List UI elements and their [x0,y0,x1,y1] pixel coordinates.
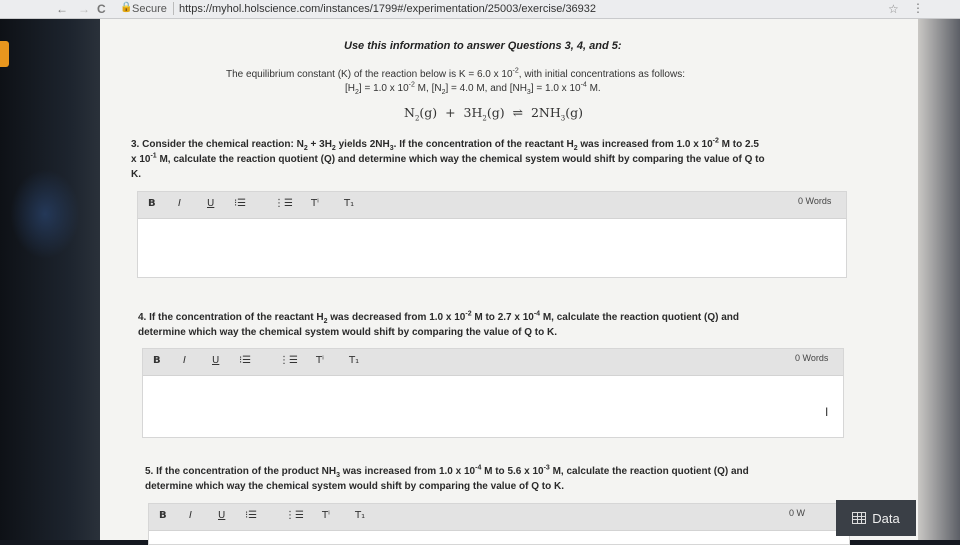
question-4: 4. If the concentration of the reactant … [138,310,858,340]
answer-editor-q5[interactable]: B I U ⁝☰ ⋮☰ Tⁱ T₁ 0 W [148,503,850,545]
q-text: was increased from 1.0 x 10 [577,139,713,150]
text-cursor-icon: I [825,405,829,419]
bullet-list-icon[interactable]: ⁝☰ [234,198,246,209]
background-glow [10,169,80,259]
bold-button[interactable]: B [148,198,156,209]
q-text: M, calculate the reaction quotient (Q) a… [156,154,765,165]
q-text: was decreased from 1.0 x 10 [327,312,466,323]
superscript-button[interactable]: Tⁱ [311,198,319,209]
q-text: 4. If the concentration of the reactant … [138,312,324,323]
italic-button[interactable]: I [189,510,192,521]
question-3-line3: K. [131,169,141,180]
info-text: [H [345,83,355,94]
question-3-line1: 3. Consider the chemical reaction: N2 + … [131,137,851,152]
editor-toolbar-q4: B I U ⁝☰ ⋮☰ Tⁱ T₁ 0 Words [143,349,843,376]
question-3-line2: x 10-1 M, calculate the reaction quotien… [131,152,851,167]
bullet-list-icon[interactable]: ⁝☰ [245,510,257,521]
exercise-page: Use this information to answer Questions… [100,19,918,545]
forward-icon[interactable]: → [78,2,90,16]
eq-text: N [404,105,415,120]
orange-tab [0,41,9,67]
question-4-line2: determine which way the chemical system … [138,327,557,338]
info-text: M, [N [414,83,442,94]
q-text: M to 5.6 x 10 [481,466,544,477]
editor-toolbar-q5: B I U ⁝☰ ⋮☰ Tⁱ T₁ 0 W [149,504,849,531]
underline-button[interactable]: U [218,510,225,521]
q-text: M to 2.5 [718,139,759,150]
q-text: 5. If the concentration of the product N… [145,466,337,477]
eq-text: (g) [565,105,584,120]
info-text: ] = 1.0 x 10 [358,83,409,94]
q-text: was increased from 1.0 x 10 [340,466,476,477]
numbered-list-icon[interactable]: ⋮☰ [274,198,293,209]
question-5-line2: determine which way the chemical system … [145,481,564,492]
q-text: . If the concentration of the reactant H [393,139,574,150]
address-bar[interactable]: https://myhol.holscience.com/instances/1… [179,3,596,15]
table-icon [852,512,867,524]
data-button[interactable]: Data [836,500,916,536]
secure-label: Secure [132,3,167,15]
browser-menu-icon[interactable]: ⋮ [912,1,924,15]
equilibrium-info-line2: [H2] = 1.0 x 10-2 M, [N2] = 4.0 M, and [… [345,82,601,96]
italic-button[interactable]: I [183,355,186,366]
desktop-side [0,19,100,540]
info-text: M. [586,83,601,94]
bookmark-star-icon[interactable]: ☆ [888,2,899,16]
info-text: ] = 4.0 M, and [NH [445,83,527,94]
numbered-list-icon[interactable]: ⋮☰ [279,355,298,366]
question-5-line1: 5. If the concentration of the product N… [145,464,865,479]
italic-button[interactable]: I [178,198,181,209]
equilibrium-info-line1: The equilibrium constant (K) of the reac… [226,68,685,80]
answer-editor-q4[interactable]: B I U ⁝☰ ⋮☰ Tⁱ T₁ 0 Words I [142,348,844,438]
editor-toolbar-q3: B I U ⁝☰ ⋮☰ Tⁱ T₁ 0 Words [138,192,846,219]
word-count: 0 W [789,508,806,518]
eq-text: (g) ⇌ 2NH [486,105,561,120]
info-text: , with initial concentrations as follows… [518,69,685,80]
superscript-button[interactable]: Tⁱ [322,510,330,521]
question-3: 3. Consider the chemical reaction: N2 + … [131,137,851,182]
question-5: 5. If the concentration of the product N… [145,464,865,494]
bullet-list-icon[interactable]: ⁝☰ [239,355,251,366]
browser-toolbar: ← → C 🔒 Secure https://myhol.holscience.… [0,0,960,19]
info-text: ] = 1.0 x 10 [530,83,581,94]
superscript-button[interactable]: Tⁱ [316,355,324,366]
lock-icon: 🔒 [120,2,133,13]
url-separator [173,2,174,15]
bold-button[interactable]: B [159,510,167,521]
subscript-button[interactable]: T₁ [355,510,365,521]
word-count: 0 Words [798,196,832,206]
q-text: + 3H [307,139,332,150]
page-heading: Use this information to answer Questions… [344,40,622,52]
subscript-button[interactable]: T₁ [349,355,359,366]
subscript-button[interactable]: T₁ [344,198,354,209]
word-count: 0 Words [795,353,829,363]
underline-button[interactable]: U [207,198,214,209]
data-button-label: Data [872,510,900,526]
q-text: yields 2NH [335,139,390,150]
eq-text: (g) + 3H [419,105,483,120]
q-text: M, calculate the reaction quotient (Q) a… [549,466,749,477]
reaction-equation: N2(g) + 3H2(g) ⇌ 2NH3(g) [404,105,584,122]
numbered-list-icon[interactable]: ⋮☰ [285,510,304,521]
q-text: M, calculate the reaction quotient (Q) a… [540,312,739,323]
question-4-line1: 4. If the concentration of the reactant … [138,310,858,325]
desktop-right [918,19,960,540]
q-text: M to 2.7 x 10 [471,312,534,323]
back-icon[interactable]: ← [56,2,68,16]
reload-icon[interactable]: C [97,2,106,16]
bold-button[interactable]: B [153,355,161,366]
q-text: x 10 [131,154,151,165]
q-text: 3. Consider the chemical reaction: N [131,139,304,150]
answer-editor-q3[interactable]: B I U ⁝☰ ⋮☰ Tⁱ T₁ 0 Words [137,191,847,278]
underline-button[interactable]: U [212,355,219,366]
info-text: The equilibrium constant (K) of the reac… [226,69,513,80]
